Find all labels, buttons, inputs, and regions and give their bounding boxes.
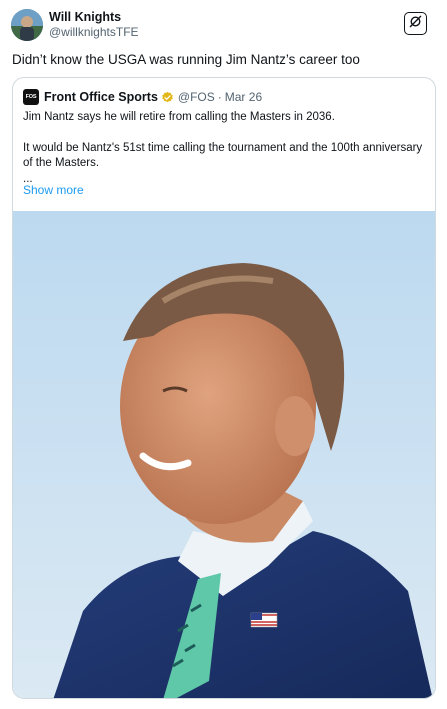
header-separator: · — [217, 90, 222, 104]
author-avatar[interactable] — [11, 9, 43, 41]
verified-badge-icon — [161, 91, 174, 104]
tweet-text: Didn’t know the USGA was running Jim Nan… — [12, 52, 360, 67]
quoted-handle[interactable]: @FOS — [178, 90, 215, 104]
quoted-text-ellipsis: ... — [23, 172, 33, 185]
author-names: Will Knights @willknightsTFE — [49, 10, 139, 40]
grok-icon — [409, 15, 422, 33]
quoted-display-name[interactable]: Front Office Sports — [44, 90, 158, 104]
quoted-photo[interactable] — [13, 211, 435, 698]
quoted-text: Jim Nantz says he will retire from calli… — [23, 110, 431, 187]
quoted-tweet-header: FOS Front Office Sports @FOS · Mar 26 — [23, 89, 262, 105]
tweet-header: Will Knights @willknightsTFE — [11, 9, 436, 43]
author-handle[interactable]: @willknightsTFE — [49, 25, 139, 40]
grok-button[interactable] — [404, 12, 427, 35]
tweet: Will Knights @willknightsTFE Didn’t know… — [0, 0, 447, 709]
fos-logo: FOS — [23, 89, 39, 105]
quoted-tweet[interactable]: FOS Front Office Sports @FOS · Mar 26 Ji… — [12, 77, 436, 699]
quoted-text-line: It would be Nantz's 51st time calling th… — [23, 141, 423, 170]
quoted-date[interactable]: Mar 26 — [225, 90, 262, 104]
quoted-text-line: Jim Nantz says he will retire from calli… — [23, 111, 335, 123]
author-display-name[interactable]: Will Knights — [49, 10, 139, 25]
show-more-link[interactable]: Show more — [23, 183, 84, 197]
